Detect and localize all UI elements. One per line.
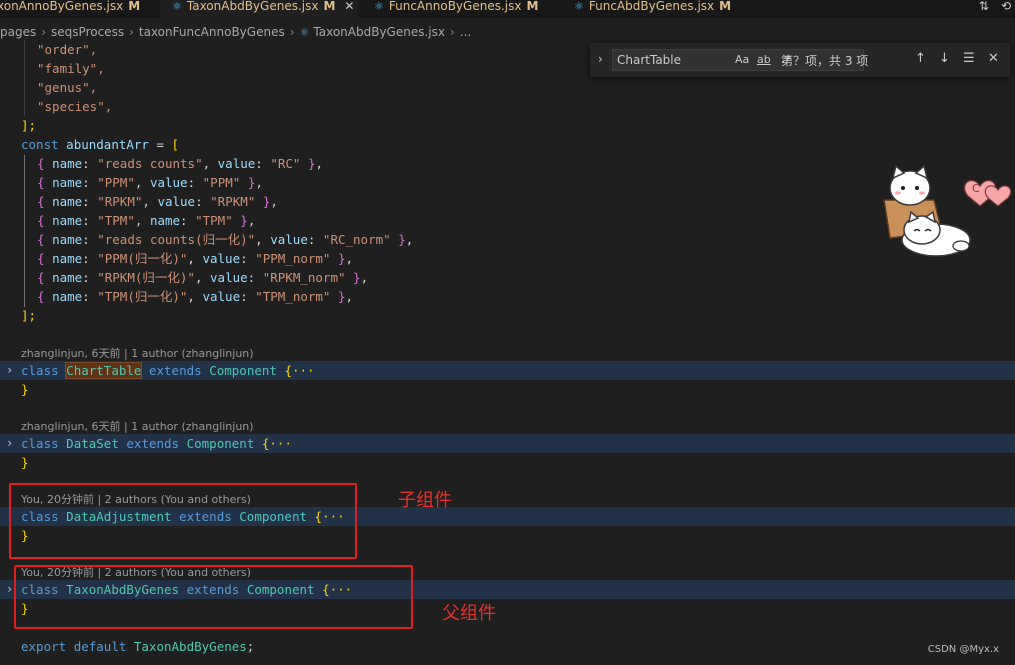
code-line: export default TaxonAbdByGenes; [21,639,255,654]
cat-sticker-image: C [883,164,1012,257]
sticker-letter: C [972,182,980,195]
code-line: { name: "PPM(归一化)", value: "PPM_norm" }, [37,251,354,266]
chevron-right-icon[interactable]: › [6,580,13,599]
breadcrumb-item[interactable]: ... [460,25,471,39]
react-icon: ⚛ [374,0,384,13]
editor-tab-bar: xonAnnoByGenes.jsx M ⚛ TaxonAbdByGenes.jsx… [0,0,1015,18]
close-icon[interactable]: ✕ [988,51,999,66]
tab-func-anno-by-genes[interactable]: ⚛ FuncAnnoByGenes.jsx M [362,0,558,18]
breadcrumb-item[interactable]: taxonFuncAnnoByGenes [139,25,285,39]
react-icon: ⚛ [574,0,584,13]
indent-guide [24,40,25,116]
code-line: { name: "PPM", value: "PPM" }, [37,175,263,190]
annotation-box-child [9,483,357,559]
code-line: } [21,455,29,470]
breadcrumb-item[interactable]: TaxonAbdByGenes.jsx [313,25,445,39]
breadcrumb-item[interactable]: pages [0,25,36,39]
chevron-right-icon: › [449,25,455,39]
breadcrumb-item[interactable]: seqsProcess [51,25,124,39]
tab-label: FuncAnnoByGenes.jsx [388,0,522,13]
react-icon: ⚛ [172,0,182,13]
find-result-count: 第？项，共 3 项 [781,54,869,68]
modified-badge: M [323,0,336,13]
chevron-right-icon[interactable]: › [598,52,603,66]
arrow-down-icon[interactable]: ↓ [939,51,950,66]
codelens-author[interactable]: zhanglinjun, 6天前 | 1 author (zhanglinjun… [21,420,254,434]
tab-func-abd-by-genes[interactable]: ⚛ FuncAbdByGenes.jsx M [562,0,762,18]
folded-body[interactable]: {··· [262,436,292,451]
react-icon: ⚛ [299,26,310,39]
annotation-child-label: 子组件 [398,490,452,511]
tab-label: xonAnnoByGenes.jsx [0,0,124,13]
code-line: "family", [37,61,105,76]
find-in-selection-icon[interactable]: ☰ [963,51,975,66]
code-line: } [21,382,29,397]
chevron-right-icon[interactable]: › [6,434,13,453]
tab-label: TaxonAbdByGenes.jsx [186,0,319,13]
chevron-right-icon[interactable]: › [6,361,13,380]
modified-badge: M [526,0,539,13]
compare-icon[interactable]: ⇅ [979,0,989,13]
chevron-right-icon: › [129,25,134,39]
indent-guide [24,155,25,307]
folded-body[interactable]: {··· [284,363,314,378]
code-line: { name: "reads counts(归一化)", value: "RC_… [37,232,414,247]
close-icon[interactable]: ✕ [344,0,354,13]
code-line: ]; [21,308,37,323]
more-icon[interactable]: ⟲ [1001,0,1011,13]
code-line: { name: "RPKM(归一化)", value: "RPKM_norm" … [37,270,369,285]
chevron-right-icon: › [289,25,295,39]
code-line: class DataSet extends Component {··· [21,436,292,451]
codelens-author[interactable]: zhanglinjun, 6天前 | 1 author (zhanglinjun… [21,347,254,361]
watermark: CSDN @Myx.x [927,644,999,655]
code-line: const abundantArr = [ [21,137,180,152]
find-widget: › ChartTable Aa ab .* 第？项，共 3 项 ↑ ↓ ☰ ✕ [590,43,1010,77]
code-line: ]; [21,118,37,133]
chevron-right-icon: › [41,25,47,39]
code-line: { name: "RPKM", value: "RPKM" }, [37,194,278,209]
find-match: ChartTable [65,362,143,379]
modified-badge: M [719,0,732,13]
whole-word-toggle[interactable]: ab [757,53,771,66]
code-line: { name: "reads counts", value: "RC" }, [37,156,324,171]
tab-taxon-abd-by-genes[interactable]: ⚛ TaxonAbdByGenes.jsx M ✕ [160,0,358,18]
tab-taxon-anno-by-genes[interactable]: xonAnnoByGenes.jsx M [0,0,152,18]
tab-label: FuncAbdByGenes.jsx [588,0,715,13]
code-line: "species", [37,99,113,114]
modified-badge: M [128,0,141,13]
tab-actions: ⇅ ⟲ [967,0,1011,18]
code-line: class ChartTable extends Component {··· [21,362,315,379]
annotation-parent-label: 父组件 [442,603,496,624]
find-input-value: ChartTable [617,53,682,67]
arrow-up-icon[interactable]: ↑ [915,51,926,66]
annotation-box-parent [14,565,413,629]
code-line: { name: "TPM", name: "TPM" }, [37,213,256,228]
match-case-toggle[interactable]: Aa [735,53,749,66]
code-line: "genus", [37,80,98,95]
code-line: { name: "TPM(归一化)", value: "TPM_norm" }, [37,289,354,304]
code-line: "order", [37,42,98,57]
